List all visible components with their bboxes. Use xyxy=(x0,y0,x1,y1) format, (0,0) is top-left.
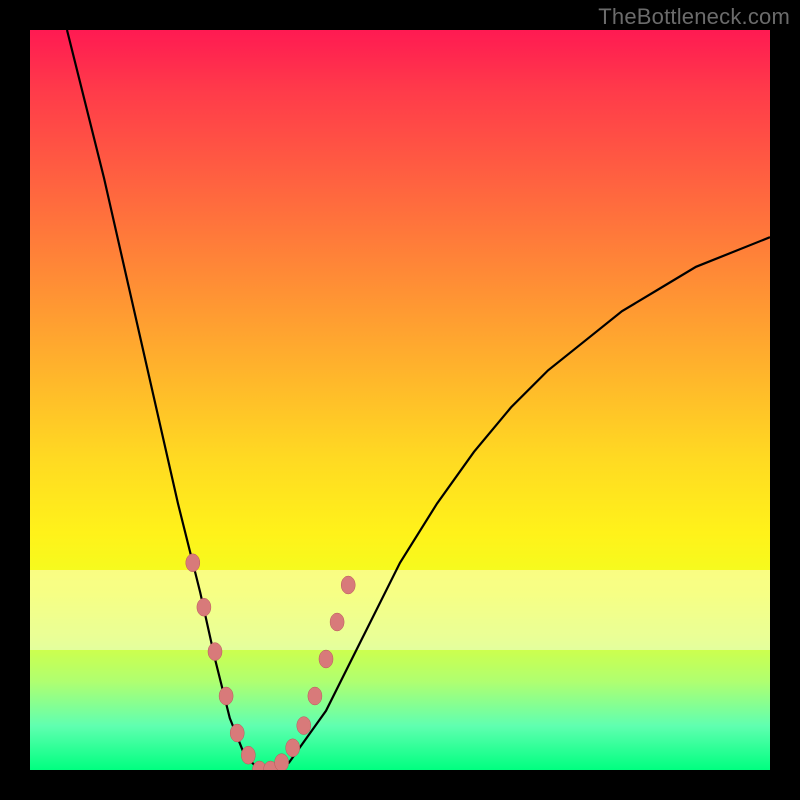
plot-area-gradient xyxy=(30,30,770,770)
watermark-text: TheBottleneck.com xyxy=(598,4,790,30)
chart-frame: TheBottleneck.com xyxy=(0,0,800,800)
